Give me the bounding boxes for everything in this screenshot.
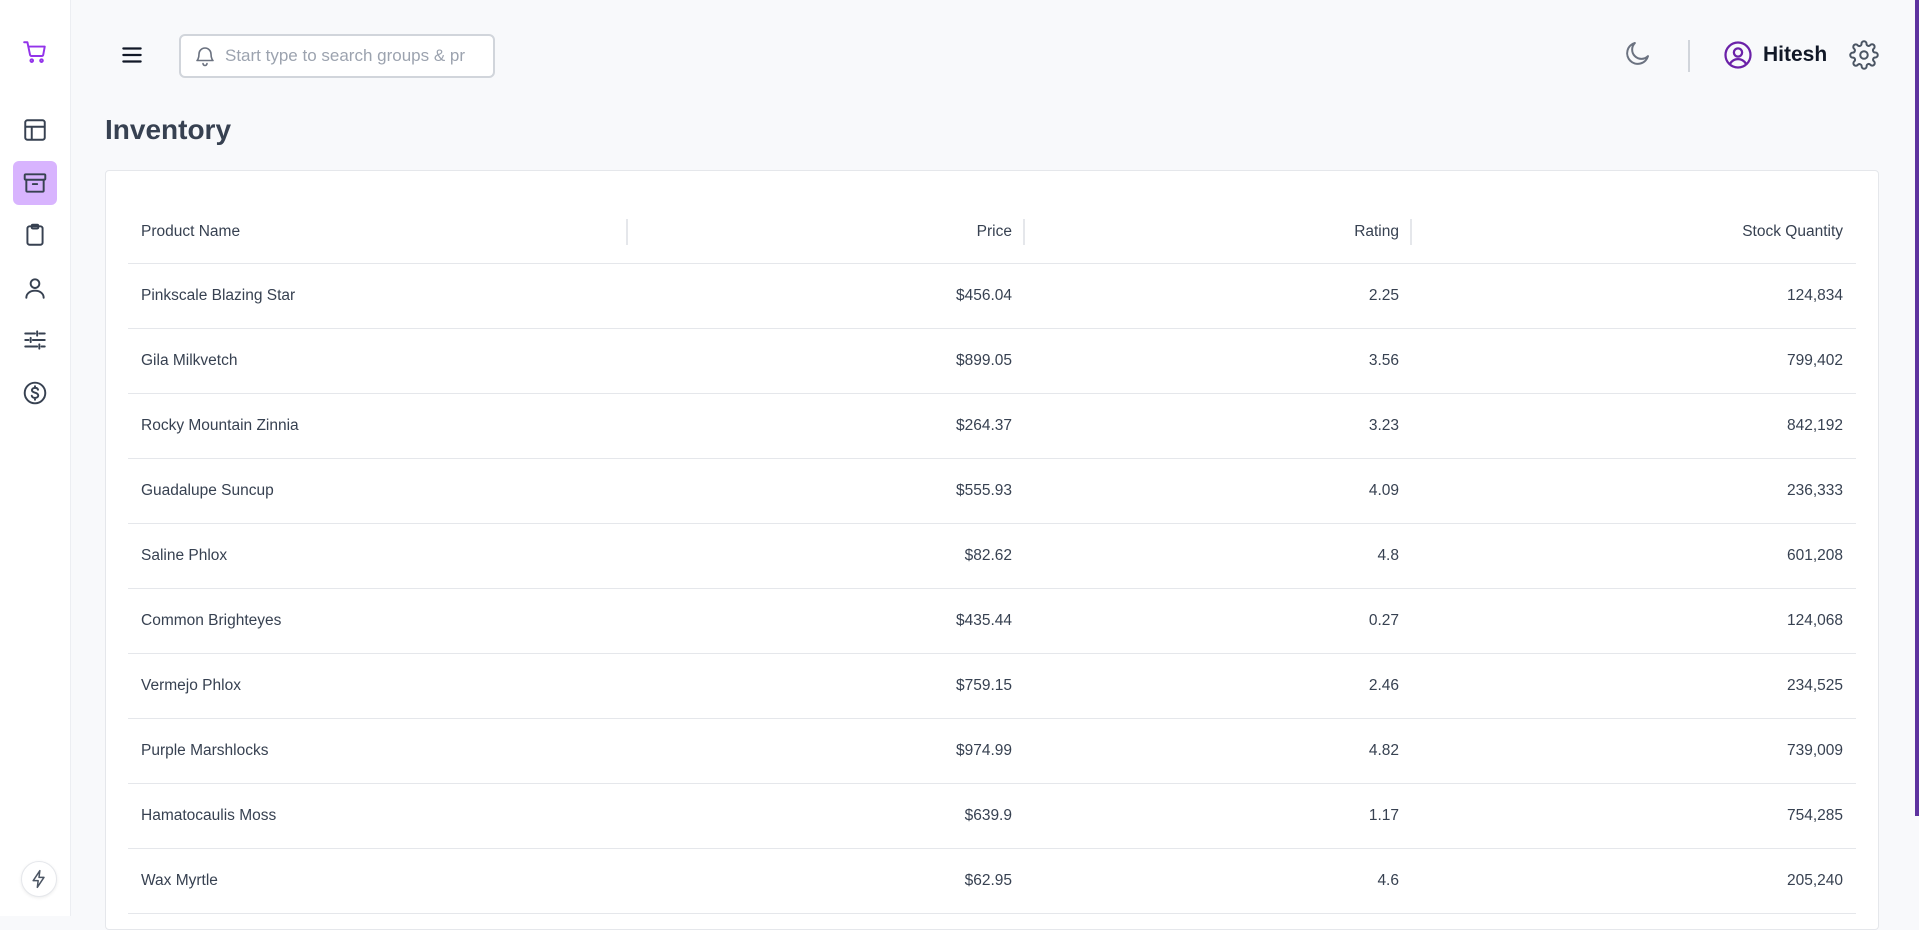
user-circle-icon bbox=[1724, 41, 1752, 69]
user-icon[interactable] bbox=[13, 266, 57, 310]
price-cell: $555.93 bbox=[628, 458, 1025, 524]
table-header-row: Product Name Price Rating Stock Quantity bbox=[128, 201, 1856, 264]
inventory-table: Product Name Price Rating Stock Quantity… bbox=[128, 201, 1856, 914]
user-menu[interactable]: Hitesh bbox=[1723, 38, 1827, 72]
price-cell: $435.44 bbox=[628, 588, 1025, 654]
search-input[interactable] bbox=[225, 46, 465, 66]
moon-icon[interactable] bbox=[1621, 36, 1655, 70]
stock-quantity-cell: 601,208 bbox=[1412, 523, 1856, 589]
user-name: Hitesh bbox=[1763, 43, 1828, 66]
table-row[interactable]: Gila Milkvetch $899.05 3.56 799,402 bbox=[128, 328, 1856, 394]
table-row[interactable]: Guadalupe Suncup $555.93 4.09 236,333 bbox=[128, 458, 1856, 524]
price-cell: $62.95 bbox=[628, 848, 1025, 914]
rating-cell: 4.6 bbox=[1025, 848, 1412, 914]
rating-cell: 2.46 bbox=[1025, 653, 1412, 719]
bell-icon bbox=[196, 47, 214, 67]
price-cell: $759.15 bbox=[628, 653, 1025, 719]
price-cell: $899.05 bbox=[628, 328, 1025, 394]
stock-quantity-cell: 205,240 bbox=[1412, 848, 1856, 914]
table-row[interactable]: Rocky Mountain Zinnia $264.37 3.23 842,192 bbox=[128, 393, 1856, 459]
dashboard-layout-icon[interactable] bbox=[13, 108, 57, 152]
divider bbox=[1688, 40, 1690, 72]
column-header-price[interactable]: Price bbox=[628, 201, 1025, 264]
product-name-cell: Pinkscale Blazing Star bbox=[128, 263, 628, 329]
stock-quantity-cell: 124,834 bbox=[1412, 263, 1856, 329]
table-row[interactable]: Vermejo Phlox $759.15 2.46 234,525 bbox=[128, 653, 1856, 719]
product-name-cell: Wax Myrtle bbox=[128, 848, 628, 914]
product-name-cell: Guadalupe Suncup bbox=[128, 458, 628, 524]
column-header-product-name[interactable]: Product Name bbox=[128, 201, 628, 264]
lightning-bolt-icon[interactable] bbox=[21, 861, 57, 897]
search-box[interactable] bbox=[179, 34, 495, 78]
rating-cell: 3.23 bbox=[1025, 393, 1412, 459]
product-name-cell: Saline Phlox bbox=[128, 523, 628, 589]
table-row[interactable]: Purple Marshlocks $974.99 4.82 739,009 bbox=[128, 718, 1856, 784]
rating-cell: 0.27 bbox=[1025, 588, 1412, 654]
product-name-cell: Hamatocaulis Moss bbox=[128, 783, 628, 849]
column-header-stock-quantity[interactable]: Stock Quantity bbox=[1412, 201, 1856, 264]
sidebar bbox=[0, 0, 71, 916]
dollar-circle-icon[interactable] bbox=[13, 371, 57, 415]
rating-cell: 4.8 bbox=[1025, 523, 1412, 589]
table-row[interactable]: Wax Myrtle $62.95 4.6 205,240 bbox=[128, 848, 1856, 914]
price-cell: $974.99 bbox=[628, 718, 1025, 784]
product-name-cell: Purple Marshlocks bbox=[128, 718, 628, 784]
shopping-cart-icon[interactable] bbox=[13, 30, 57, 74]
table-row[interactable]: Common Brighteyes $435.44 0.27 124,068 bbox=[128, 588, 1856, 654]
product-name-cell: Rocky Mountain Zinnia bbox=[128, 393, 628, 459]
table-row[interactable]: Pinkscale Blazing Star $456.04 2.25 124,834 bbox=[128, 263, 1856, 329]
clipboard-icon[interactable] bbox=[13, 213, 57, 257]
stock-quantity-cell: 754,285 bbox=[1412, 783, 1856, 849]
rating-cell: 1.17 bbox=[1025, 783, 1412, 849]
product-name-cell: Vermejo Phlox bbox=[128, 653, 628, 719]
stock-quantity-cell: 124,068 bbox=[1412, 588, 1856, 654]
table-row[interactable]: Saline Phlox $82.62 4.8 601,208 bbox=[128, 523, 1856, 589]
archive-box-icon[interactable] bbox=[13, 161, 57, 205]
top-bar: Hitesh bbox=[71, 0, 1919, 112]
column-header-rating[interactable]: Rating bbox=[1025, 201, 1412, 264]
gear-icon[interactable] bbox=[1847, 38, 1881, 72]
rating-cell: 4.82 bbox=[1025, 718, 1412, 784]
rating-cell: 2.25 bbox=[1025, 263, 1412, 329]
table-row[interactable]: Hamatocaulis Moss $639.9 1.17 754,285 bbox=[128, 783, 1856, 849]
stock-quantity-cell: 739,009 bbox=[1412, 718, 1856, 784]
product-name-cell: Common Brighteyes bbox=[128, 588, 628, 654]
page-title: Inventory bbox=[105, 114, 232, 145]
stock-quantity-cell: 842,192 bbox=[1412, 393, 1856, 459]
rating-cell: 4.09 bbox=[1025, 458, 1412, 524]
stock-quantity-cell: 799,402 bbox=[1412, 328, 1856, 394]
price-cell: $82.62 bbox=[628, 523, 1025, 589]
sliders-icon[interactable] bbox=[13, 318, 57, 362]
stock-quantity-cell: 234,525 bbox=[1412, 653, 1856, 719]
price-cell: $456.04 bbox=[628, 263, 1025, 329]
price-cell: $639.9 bbox=[628, 783, 1025, 849]
rating-cell: 3.56 bbox=[1025, 328, 1412, 394]
inventory-card: Product Name Price Rating Stock Quantity… bbox=[105, 170, 1879, 930]
table-body: Pinkscale Blazing Star $456.04 2.25 124,834… bbox=[128, 263, 1856, 914]
product-name-cell: Gila Milkvetch bbox=[128, 328, 628, 394]
price-cell: $264.37 bbox=[628, 393, 1025, 459]
menu-icon[interactable] bbox=[117, 40, 147, 70]
scrollbar[interactable] bbox=[1915, 0, 1919, 816]
stock-quantity-cell: 236,333 bbox=[1412, 458, 1856, 524]
